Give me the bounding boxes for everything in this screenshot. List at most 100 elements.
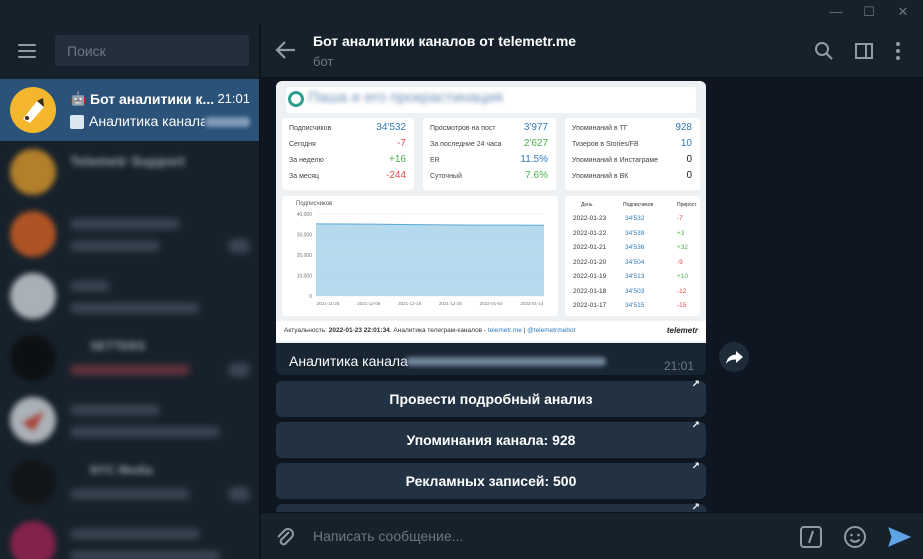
external-link-icon: ↗ [691,461,700,472]
inline-button-more[interactable]: ↗ [276,502,706,512]
attach-icon[interactable] [273,525,297,549]
avatar [10,335,56,381]
table-cell-date: 2022-01-23 [573,215,607,222]
inline-button-detailed-analysis[interactable]: Провести подробный анализ ↗ [276,379,706,417]
chat-item-bot[interactable]: 🤖 Бот аналитики к... 21:01 Аналитика кан… [0,79,259,141]
external-link-icon: ↗ [691,420,700,431]
chat-item-telemetr-support[interactable]: Telemetr Support [0,141,259,203]
send-icon[interactable] [887,525,911,549]
chat-preview: Аналитика канала [89,113,205,129]
views-panel: Просмотров на пост 3'977 За последние 24 … [423,118,556,190]
bot-commands-icon[interactable] [799,525,823,549]
chat-item[interactable] [0,389,259,451]
more-menu-icon[interactable] [887,40,909,62]
stat-row: Просмотров на пост 3'977 [430,122,548,133]
stat-row: Сегодня -7 [289,138,406,149]
close-button[interactable]: ✕ [886,0,920,24]
table-cell-growth: -12 [677,287,687,295]
y-tick-label: 30,000 [297,233,313,239]
table-cell-subs: 34'515 [625,302,645,309]
emoji-icon[interactable] [843,525,867,549]
table-header: Прирост [677,202,697,208]
chat-name: SETTERS [90,339,146,353]
table-cell-date: 2022-01-22 [573,229,607,237]
channel-icon [288,91,304,107]
minimize-button[interactable]: — [819,0,853,24]
subscribers-panel: Подписчиков 34'532 Сегодня -7 За неделю +16… [282,118,414,190]
chat-header: Бот аналитики каналов от telemetr.me бот [261,24,923,78]
message-area: Паша и его прокрастинация Подписчиков 34'… [261,78,923,512]
avatar [10,211,56,257]
footer-date: 2022-01-23 22:01:34 [328,327,390,334]
table-cell-subs: 34'513 [625,273,645,280]
stat-row: За последние 24 часа 2'627 [430,138,548,149]
avatar [10,459,56,505]
avatar [10,273,56,319]
message-time: 21:01 [663,359,694,373]
menu-icon[interactable] [18,44,36,58]
card-title-bar: Паша и его прокрастинация [286,87,696,113]
table-cell-subs: 34'539 [625,229,645,237]
x-tick-label: 2022-01-04 [480,301,504,306]
table-cell-growth: -7 [677,215,683,222]
table-cell-subs: 34'503 [625,287,645,295]
search-icon[interactable] [813,40,835,62]
table-cell-growth: +10 [677,273,689,280]
x-tick-label: 2021-11-25 [317,301,340,306]
back-arrow-icon[interactable] [275,40,297,60]
blurred-channel-name [406,357,606,366]
message-input-bar: Написать сообщение... [261,512,923,559]
stat-row: Упоминаний в Инстаграме 0 [572,154,692,165]
chat-time: 21:01 [217,91,250,106]
subscribers-chart-panel: Подписчиков 40,000 30,000 20,000 10,000 0 202… [282,196,558,316]
footer-prefix: Актуальность: [284,327,329,334]
chat-name: Telemetr Support [70,153,185,169]
table-cell-subs: 34'532 [625,215,645,222]
stat-row: За неделю +16 [289,154,406,165]
external-link-icon: ↗ [691,502,700,512]
maximize-button[interactable]: ☐ [852,0,886,24]
message-caption: Аналитика канала [289,353,408,369]
inline-button-mentions[interactable]: Упоминания канала: 928 ↗ [276,420,706,458]
blurred-channel-name [205,117,250,127]
avatar [10,149,56,195]
area-series [316,223,544,296]
stat-row: Упоминаний в ВК 0 [572,170,692,181]
x-tick-label: 2021-12-05 [357,301,381,306]
image-icon [70,115,84,129]
message-bubble: Паша и его прокрастинация Подписчиков 34'… [276,81,706,375]
table-cell-date: 2022-01-17 [573,302,607,309]
chat-item[interactable] [0,513,259,559]
forward-button[interactable] [719,342,749,372]
x-tick-label: 2021-12-15 [398,301,422,306]
sidebar-toggle-icon[interactable] [853,40,875,62]
avatar [10,521,56,559]
analytics-image[interactable]: Паша и его прокрастинация Подписчиков 34'… [276,81,706,343]
channel-title: Паша и его прокрастинация [308,89,503,106]
chat-item-nyc-media[interactable]: NYC Media [0,451,259,513]
bot-icon: 🤖 [70,91,87,106]
sidebar: Поиск 🤖 Бот аналитики к... 21:01 Аналити… [0,24,260,559]
table-cell-growth: +32 [677,244,689,251]
table-cell-subs: 34'536 [625,244,645,251]
y-tick-label: 20,000 [297,253,313,259]
footer-link: telemetr.me [487,327,522,334]
table-header: День [581,202,593,208]
x-tick-label: 2022-01-14 [520,301,544,306]
table-cell-date: 2022-01-18 [573,287,607,295]
footer-link: @telemetrmebot [527,327,576,334]
stat-row: Суточный 7.6% [430,170,548,181]
message-input[interactable]: Написать сообщение... [313,528,463,544]
mentions-panel: Упоминаний в ТГ 928 Тизеров в Stories/FB 1… [565,118,700,190]
stat-row: Тизеров в Stories/FB 10 [572,138,692,149]
inline-button-ad-posts[interactable]: Рекламных записей: 500 ↗ [276,461,706,499]
y-tick-label: 10,000 [297,274,313,280]
chat-item-setters[interactable]: SETTERS [0,327,259,389]
chat-item[interactable] [0,203,259,265]
chat-item[interactable] [0,265,259,327]
table-cell-date: 2022-01-20 [573,258,607,266]
card-footer: Актуальность: 2022-01-23 22:01:34. Анали… [276,321,706,341]
y-tick-label: 40,000 [297,212,313,218]
search-input[interactable]: Поиск [55,35,249,66]
share-arrow-icon [726,351,743,364]
